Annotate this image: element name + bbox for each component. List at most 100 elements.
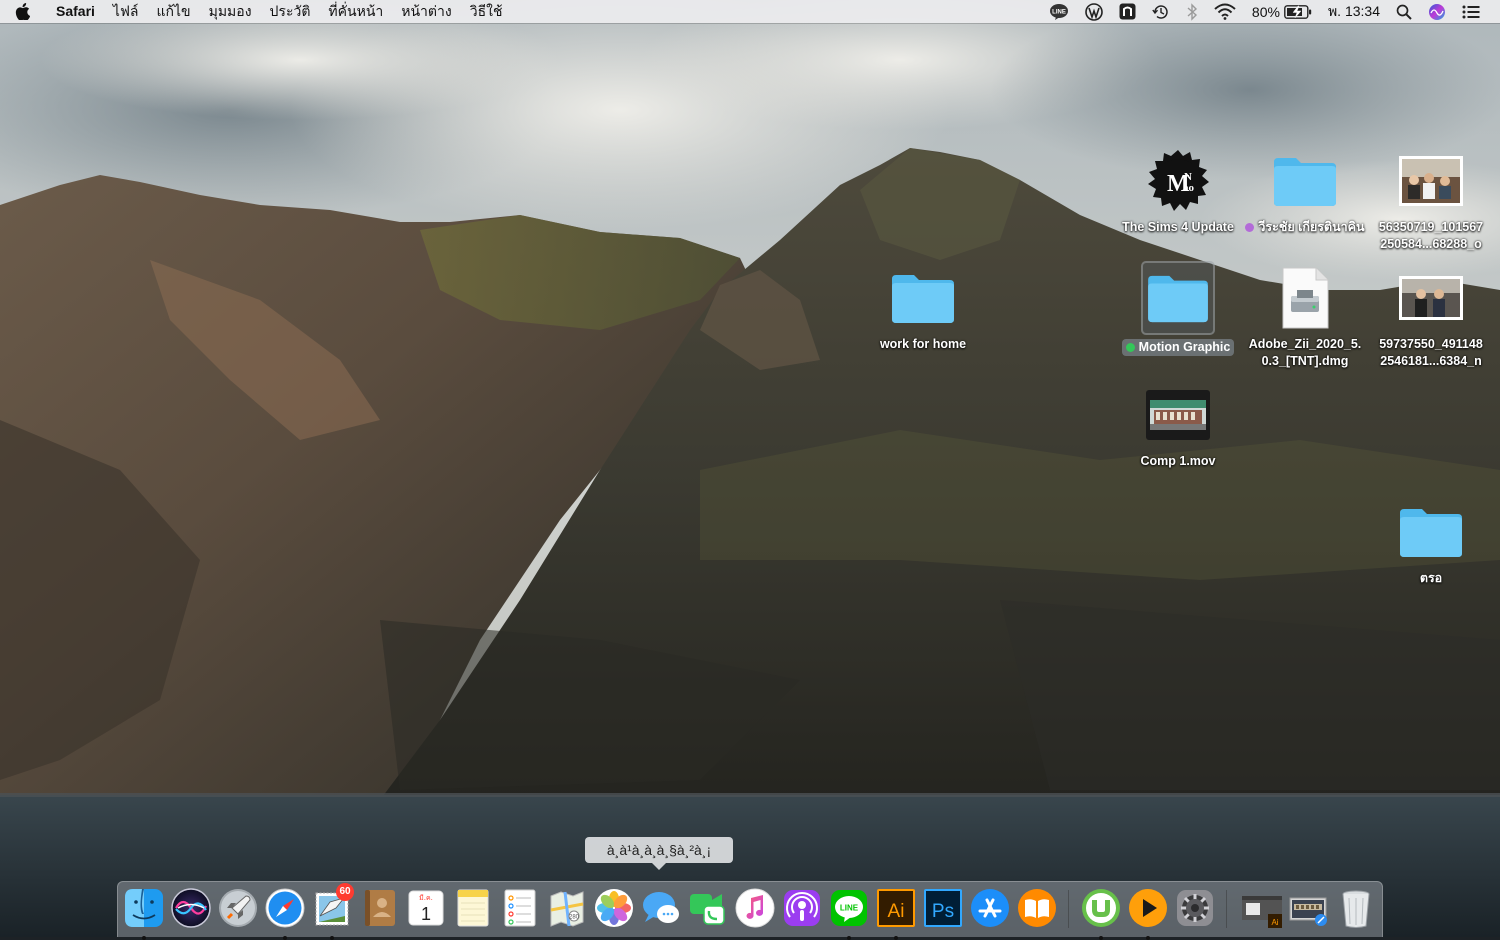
desktop-item-label: Motion Graphic — [1138, 340, 1231, 354]
notes-icon — [457, 889, 489, 927]
maps-icon: 280 — [550, 891, 584, 927]
dock-trash[interactable] — [1334, 886, 1378, 930]
svg-text:280: 280 — [569, 915, 580, 921]
dock-illustrator[interactable]: Ai — [874, 886, 918, 940]
battery-status[interactable]: 80% — [1244, 0, 1320, 23]
desktop-item-label: 59737550_491148 — [1379, 337, 1483, 351]
dock: 60 มี.ค. 1 280 LINE Ai Ps Ai — [117, 881, 1383, 940]
trash-icon — [1342, 890, 1370, 928]
desktop-item-sims-update[interactable]: M N ao The Sims 4 Update — [1116, 146, 1240, 236]
svg-text:LINE: LINE — [1052, 9, 1066, 15]
menubar-clock[interactable]: พ. 13:34 — [1320, 0, 1388, 23]
spotlight-search-icon[interactable] — [1388, 0, 1420, 23]
dock-line[interactable]: LINE — [827, 886, 871, 940]
n-app-status-icon[interactable] — [1111, 0, 1144, 23]
desktop-item-photo-2[interactable]: 59737550_491148 2546181...6384_n — [1369, 263, 1493, 370]
siri-menubar-icon[interactable] — [1420, 0, 1454, 23]
photos-flower-icon — [595, 889, 633, 927]
dock-utorrent[interactable] — [1079, 886, 1123, 940]
folder-icon — [1400, 509, 1462, 557]
facetime-camera-icon — [690, 894, 725, 925]
dock-separator — [1226, 890, 1227, 928]
apple-menu-icon[interactable] — [0, 3, 44, 20]
siri-icon — [171, 888, 211, 928]
contacts-book-icon — [365, 890, 395, 926]
menu-view[interactable]: มุมมอง — [200, 0, 261, 23]
podcasts-icon — [784, 890, 820, 926]
dock-notes[interactable] — [451, 886, 495, 930]
dock-mail[interactable]: 60 — [310, 883, 354, 940]
folder-icon — [1148, 275, 1208, 323]
dock-books[interactable] — [1015, 886, 1059, 930]
desktop-item-motion-graphic-folder[interactable]: Motion Graphic — [1116, 261, 1240, 356]
menu-help[interactable]: วิธีใช้ — [461, 0, 512, 23]
downloads-stack-icon — [1289, 897, 1327, 926]
dock-app-store[interactable] — [968, 886, 1012, 930]
menu-bar: Safari ไฟล์ แก้ไข มุมมอง ประวัติ ที่คั่น… — [0, 0, 1500, 23]
photo-thumbnail-icon — [1399, 276, 1463, 320]
dock-maps[interactable]: 280 — [545, 886, 589, 930]
gear-icon — [1177, 890, 1213, 926]
desktop-item-label-line2: 0.3_[TNT].dmg — [1261, 354, 1349, 368]
illustrator-icon: Ai — [877, 889, 915, 927]
purple-tag-dot — [1245, 223, 1255, 232]
desktop-item-label-line2: 2546181...6384_n — [1380, 354, 1482, 368]
desktop-item-label: วีระชัย เกียรตินาคิน — [1258, 220, 1365, 234]
dock-podcasts[interactable] — [780, 886, 824, 930]
desktop-item-work-for-home-folder[interactable]: work for home — [861, 263, 985, 353]
desktop-item-tor-folder[interactable]: ตรอ — [1369, 497, 1493, 587]
desktop-item-label: ตรอ — [1419, 571, 1443, 585]
folder-icon — [1274, 158, 1336, 206]
svg-text:1: 1 — [421, 904, 431, 924]
battery-charging-icon — [1284, 4, 1312, 19]
dock-system-preferences[interactable] — [1173, 886, 1217, 930]
photoshop-icon: Ps — [924, 889, 962, 927]
minimized-window-thumbnail: Ai — [1242, 896, 1282, 928]
dock-facetime[interactable] — [686, 886, 730, 930]
reminders-list-icon — [504, 889, 536, 927]
menu-file[interactable]: ไฟล์ — [104, 0, 148, 23]
disk-image-icon — [1282, 267, 1329, 329]
dock-itunes[interactable] — [733, 886, 777, 930]
dock-infuse-player[interactable] — [1126, 886, 1170, 940]
menu-edit[interactable]: แก้ไข — [147, 0, 199, 23]
dock-launchpad[interactable] — [216, 886, 260, 930]
dock-finder[interactable] — [122, 886, 166, 940]
svg-text:Ai: Ai — [888, 901, 905, 922]
utorrent-icon — [1082, 889, 1120, 927]
launchpad-rocket-icon — [219, 889, 257, 927]
dock-safari[interactable] — [263, 886, 307, 940]
desktop-item-label: Adobe_Zii_2020_5. — [1248, 337, 1362, 351]
bluetooth-icon[interactable] — [1178, 0, 1206, 23]
dock-photos[interactable] — [592, 886, 636, 930]
wordpress-status-icon[interactable] — [1077, 0, 1111, 23]
desktop-item-label: Comp 1.mov — [1140, 454, 1216, 468]
dock-photoshop[interactable]: Ps — [921, 886, 965, 930]
desktop-item-adobe-zii-dmg[interactable]: Adobe_Zii_2020_5. 0.3_[TNT].dmg — [1243, 263, 1367, 370]
dock-tooltip: à¸à¹à¸à¸à¸§à¸²à¸¡ — [585, 837, 733, 870]
desktop-item-comp-mov[interactable]: Comp 1.mov — [1116, 380, 1240, 470]
line-status-icon[interactable]: LINE — [1041, 0, 1077, 23]
green-tag-dot — [1125, 343, 1135, 352]
desktop-item-photo-1[interactable]: 56350719_101567 250584...68288_o — [1369, 146, 1493, 253]
safari-compass-icon — [265, 888, 305, 928]
menu-app-safari[interactable]: Safari — [44, 0, 104, 23]
dock-siri[interactable] — [169, 886, 213, 930]
svg-text:Ps: Ps — [932, 901, 954, 922]
wifi-icon[interactable] — [1206, 0, 1244, 23]
notification-center-icon[interactable] — [1454, 0, 1488, 23]
dock-messages[interactable] — [639, 886, 683, 930]
menu-window[interactable]: หน้าต่าง — [392, 0, 460, 23]
menu-bookmarks[interactable]: ที่คั่นหน้า — [319, 0, 392, 23]
finder-icon — [125, 889, 163, 927]
dock-calendar[interactable]: มี.ค. 1 — [404, 886, 448, 930]
dock-downloads-stack[interactable] — [1287, 886, 1331, 930]
dock-minimized-window[interactable]: Ai — [1240, 886, 1284, 930]
desktop-item-weerachai-folder[interactable]: วีระชัย เกียรตินาคิน — [1243, 146, 1367, 236]
desktop-item-label-line2: 250584...68288_o — [1380, 237, 1482, 251]
dock-contacts[interactable] — [357, 886, 401, 930]
time-machine-icon[interactable] — [1144, 0, 1178, 23]
video-thumbnail-icon — [1146, 390, 1210, 440]
menu-history[interactable]: ประวัติ — [261, 0, 320, 23]
dock-reminders[interactable] — [498, 886, 542, 930]
